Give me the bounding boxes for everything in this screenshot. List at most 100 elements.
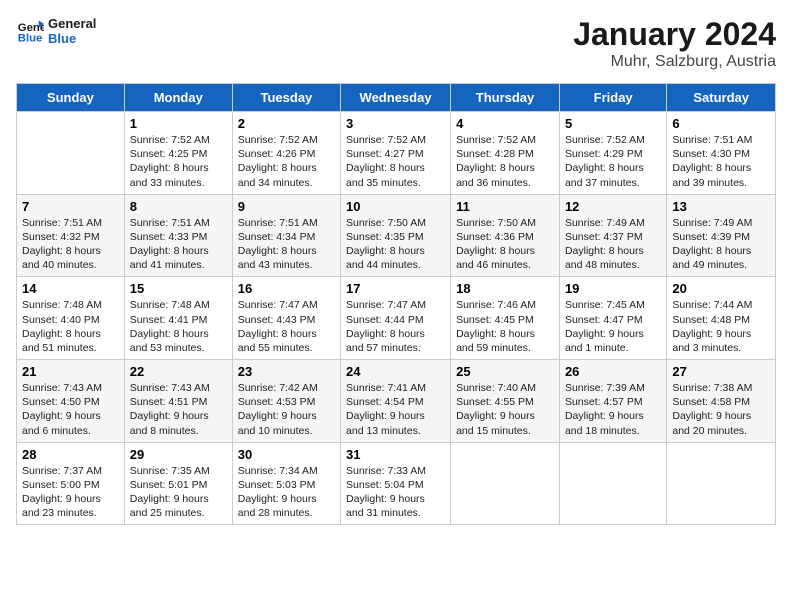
calendar-cell: 15 Sunrise: 7:48 AMSunset: 4:41 PMDayligh…	[124, 277, 232, 360]
day-number: 5	[565, 116, 661, 131]
calendar-cell: 11 Sunrise: 7:50 AMSunset: 4:36 PMDayligh…	[451, 194, 560, 277]
calendar-body: 1 Sunrise: 7:52 AMSunset: 4:25 PMDaylight…	[17, 112, 776, 525]
day-number: 21	[22, 364, 119, 379]
calendar-header: Sunday Monday Tuesday Wednesday Thursday…	[17, 84, 776, 112]
calendar-cell: 26 Sunrise: 7:39 AMSunset: 4:57 PMDayligh…	[559, 360, 666, 443]
day-info: Sunrise: 7:52 AMSunset: 4:26 PMDaylight:…	[238, 133, 335, 190]
day-info: Sunrise: 7:51 AMSunset: 4:33 PMDaylight:…	[130, 216, 227, 273]
calendar-cell: 30 Sunrise: 7:34 AMSunset: 5:03 PMDayligh…	[232, 442, 340, 525]
day-info: Sunrise: 7:52 AMSunset: 4:29 PMDaylight:…	[565, 133, 661, 190]
day-info: Sunrise: 7:52 AMSunset: 4:25 PMDaylight:…	[130, 133, 227, 190]
calendar-cell: 29 Sunrise: 7:35 AMSunset: 5:01 PMDayligh…	[124, 442, 232, 525]
day-info: Sunrise: 7:42 AMSunset: 4:53 PMDaylight:…	[238, 381, 335, 438]
day-info: Sunrise: 7:34 AMSunset: 5:03 PMDaylight:…	[238, 464, 335, 521]
calendar-cell: 2Sunrise: 7:52 AMSunset: 4:26 PMDaylight…	[232, 112, 340, 195]
day-info: Sunrise: 7:50 AMSunset: 4:36 PMDaylight:…	[456, 216, 554, 273]
day-info: Sunrise: 7:49 AMSunset: 4:37 PMDaylight:…	[565, 216, 661, 273]
day-info: Sunrise: 7:45 AMSunset: 4:47 PMDaylight:…	[565, 298, 661, 355]
calendar-cell	[667, 442, 776, 525]
day-number: 25	[456, 364, 554, 379]
calendar-cell: 16 Sunrise: 7:47 AMSunset: 4:43 PMDayligh…	[232, 277, 340, 360]
calendar-cell	[451, 442, 560, 525]
logo: General Blue General Blue	[16, 16, 96, 46]
logo-general: General	[48, 16, 96, 31]
calendar-cell: 22 Sunrise: 7:43 AMSunset: 4:51 PMDayligh…	[124, 360, 232, 443]
day-info: Sunrise: 7:48 AMSunset: 4:40 PMDaylight:…	[22, 298, 119, 355]
day-number: 7	[22, 199, 119, 214]
calendar-cell: 17Sunrise: 7:47 AMSunset: 4:44 PMDayligh…	[341, 277, 451, 360]
day-number: 24	[346, 364, 445, 379]
calendar-cell: 28Sunrise: 7:37 AMSunset: 5:00 PMDayligh…	[17, 442, 125, 525]
day-info: Sunrise: 7:44 AMSunset: 4:48 PMDaylight:…	[672, 298, 770, 355]
calendar-cell: 4 Sunrise: 7:52 AMSunset: 4:28 PMDaylight…	[451, 112, 560, 195]
day-info: Sunrise: 7:47 AMSunset: 4:43 PMDaylight:…	[238, 298, 335, 355]
day-number: 30	[238, 447, 335, 462]
calendar-cell: 27 Sunrise: 7:38 AMSunset: 4:58 PMDayligh…	[667, 360, 776, 443]
calendar-week-row: 7Sunrise: 7:51 AMSunset: 4:32 PMDaylight…	[17, 194, 776, 277]
day-info: Sunrise: 7:48 AMSunset: 4:41 PMDaylight:…	[130, 298, 227, 355]
calendar-cell: 5 Sunrise: 7:52 AMSunset: 4:29 PMDaylight…	[559, 112, 666, 195]
calendar-cell: 24Sunrise: 7:41 AMSunset: 4:54 PMDayligh…	[341, 360, 451, 443]
day-number: 22	[130, 364, 227, 379]
svg-text:Blue: Blue	[18, 33, 43, 45]
calendar-cell: 31 Sunrise: 7:33 AMSunset: 5:04 PMDayligh…	[341, 442, 451, 525]
day-number: 9	[238, 199, 335, 214]
day-number: 10	[346, 199, 445, 214]
calendar-title: January 2024	[573, 16, 776, 53]
day-info: Sunrise: 7:38 AMSunset: 4:58 PMDaylight:…	[672, 381, 770, 438]
day-info: Sunrise: 7:49 AMSunset: 4:39 PMDaylight:…	[672, 216, 770, 273]
calendar-cell: 23 Sunrise: 7:42 AMSunset: 4:53 PMDayligh…	[232, 360, 340, 443]
day-number: 18	[456, 281, 554, 296]
day-info: Sunrise: 7:39 AMSunset: 4:57 PMDaylight:…	[565, 381, 661, 438]
day-info: Sunrise: 7:35 AMSunset: 5:01 PMDaylight:…	[130, 464, 227, 521]
calendar-subtitle: Muhr, Salzburg, Austria	[573, 53, 776, 71]
day-info: Sunrise: 7:33 AMSunset: 5:04 PMDaylight:…	[346, 464, 445, 521]
calendar-cell: 21Sunrise: 7:43 AMSunset: 4:50 PMDayligh…	[17, 360, 125, 443]
day-number: 8	[130, 199, 227, 214]
calendar-cell: 9 Sunrise: 7:51 AMSunset: 4:34 PMDaylight…	[232, 194, 340, 277]
day-number: 16	[238, 281, 335, 296]
day-number: 26	[565, 364, 661, 379]
day-number: 29	[130, 447, 227, 462]
header-tuesday: Tuesday	[232, 84, 340, 112]
day-number: 14	[22, 281, 119, 296]
calendar-cell	[17, 112, 125, 195]
day-info: Sunrise: 7:50 AMSunset: 4:35 PMDaylight:…	[346, 216, 445, 273]
day-number: 6	[672, 116, 770, 131]
logo-icon: General Blue	[16, 17, 44, 45]
day-number: 15	[130, 281, 227, 296]
day-info: Sunrise: 7:43 AMSunset: 4:51 PMDaylight:…	[130, 381, 227, 438]
header-friday: Friday	[559, 84, 666, 112]
day-info: Sunrise: 7:51 AMSunset: 4:34 PMDaylight:…	[238, 216, 335, 273]
calendar-cell: 14 Sunrise: 7:48 AMSunset: 4:40 PMDayligh…	[17, 277, 125, 360]
day-number: 4	[456, 116, 554, 131]
day-number: 11	[456, 199, 554, 214]
day-number: 31	[346, 447, 445, 462]
calendar-cell: 1 Sunrise: 7:52 AMSunset: 4:25 PMDaylight…	[124, 112, 232, 195]
day-info: Sunrise: 7:51 AMSunset: 4:30 PMDaylight:…	[672, 133, 770, 190]
day-number: 27	[672, 364, 770, 379]
calendar-week-row: 14 Sunrise: 7:48 AMSunset: 4:40 PMDayligh…	[17, 277, 776, 360]
day-info: Sunrise: 7:37 AMSunset: 5:00 PMDaylight:…	[22, 464, 119, 521]
day-number: 19	[565, 281, 661, 296]
calendar-cell: 6 Sunrise: 7:51 AMSunset: 4:30 PMDaylight…	[667, 112, 776, 195]
day-number: 13	[672, 199, 770, 214]
day-info: Sunrise: 7:52 AMSunset: 4:28 PMDaylight:…	[456, 133, 554, 190]
day-number: 1	[130, 116, 227, 131]
day-info: Sunrise: 7:46 AMSunset: 4:45 PMDaylight:…	[456, 298, 554, 355]
title-area: January 2024 Muhr, Salzburg, Austria	[573, 16, 776, 71]
header: General Blue General Blue January 2024 M…	[16, 16, 776, 71]
day-number: 23	[238, 364, 335, 379]
calendar-cell: 10 Sunrise: 7:50 AMSunset: 4:35 PMDayligh…	[341, 194, 451, 277]
calendar-cell: 13 Sunrise: 7:49 AMSunset: 4:39 PMDayligh…	[667, 194, 776, 277]
day-info: Sunrise: 7:40 AMSunset: 4:55 PMDaylight:…	[456, 381, 554, 438]
calendar-cell: 12Sunrise: 7:49 AMSunset: 4:37 PMDayligh…	[559, 194, 666, 277]
day-number: 3	[346, 116, 445, 131]
day-info: Sunrise: 7:47 AMSunset: 4:44 PMDaylight:…	[346, 298, 445, 355]
calendar-cell: 25 Sunrise: 7:40 AMSunset: 4:55 PMDayligh…	[451, 360, 560, 443]
header-sunday: Sunday	[17, 84, 125, 112]
calendar-cell: 7Sunrise: 7:51 AMSunset: 4:32 PMDaylight…	[17, 194, 125, 277]
calendar-table: Sunday Monday Tuesday Wednesday Thursday…	[16, 83, 776, 525]
calendar-week-row: 28Sunrise: 7:37 AMSunset: 5:00 PMDayligh…	[17, 442, 776, 525]
calendar-cell	[559, 442, 666, 525]
